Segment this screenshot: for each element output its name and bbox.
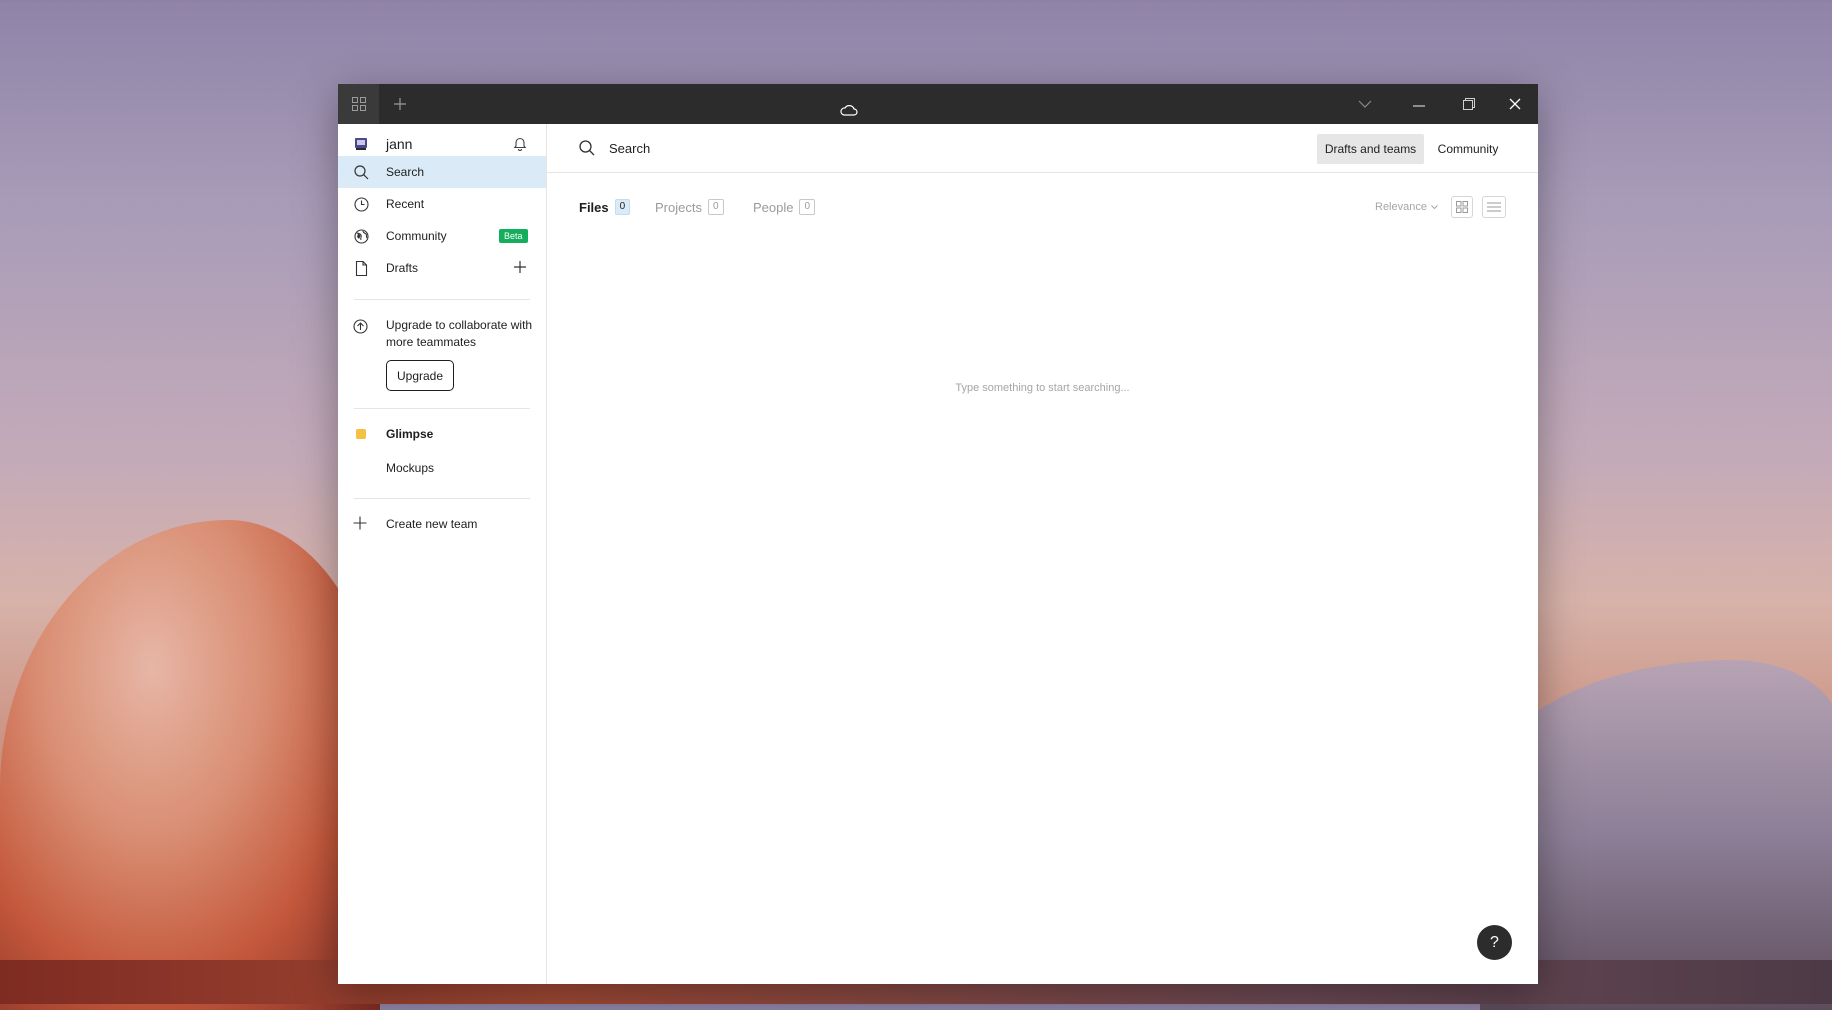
scope-drafts-and-teams-button[interactable]: Drafts and teams: [1317, 134, 1424, 164]
tabs-dropdown-button[interactable]: [1338, 84, 1392, 124]
sidebar-item-label: Drafts: [386, 261, 419, 275]
sidebar-item-community[interactable]: Community Beta: [338, 220, 546, 252]
tab-count: 0: [707, 199, 724, 215]
globe-icon: [353, 228, 369, 244]
search-bar: Drafts and teams Community: [547, 124, 1538, 173]
team-name[interactable]: Glimpse: [386, 427, 433, 441]
sidebar: jann Search Recent Community Beta Drafts…: [338, 124, 547, 984]
title-bar: [338, 84, 1538, 124]
create-new-team-link[interactable]: Create new team: [386, 517, 477, 531]
sidebar-item-search[interactable]: Search: [338, 156, 546, 188]
sidebar-item-label: Search: [386, 165, 425, 179]
close-icon: [1509, 98, 1521, 110]
upgrade-message: Upgrade to collaborate with more teammat…: [386, 318, 533, 349]
user-name: jann: [386, 136, 413, 152]
sort-dropdown[interactable]: Relevance: [1375, 201, 1438, 213]
app-window: jann Search Recent Community Beta Drafts…: [338, 84, 1538, 984]
wallpaper-hill-left: [0, 520, 380, 1010]
empty-state-message: Type something to start searching...: [955, 382, 1130, 394]
plus-icon: [353, 516, 367, 535]
sidebar-item-recent[interactable]: Recent: [338, 188, 546, 220]
avatar: [353, 136, 369, 152]
team-color-swatch: [356, 429, 366, 439]
main-panel: Drafts and teams Community Files 0 Proje…: [547, 124, 1538, 984]
new-draft-plus-icon[interactable]: [513, 260, 529, 276]
new-tab-button[interactable]: [379, 84, 421, 124]
sidebar-item-project[interactable]: Mockups: [386, 461, 434, 475]
upgrade-button[interactable]: Upgrade: [386, 360, 454, 391]
sidebar-item-label: Community: [386, 229, 447, 243]
tab-count: 0: [799, 199, 816, 215]
search-icon: [353, 164, 369, 180]
scope-community-button[interactable]: Community: [1428, 134, 1508, 164]
sidebar-divider: [354, 408, 530, 409]
arrow-up-circle-icon: [353, 319, 368, 339]
minimize-icon: [1413, 105, 1425, 107]
beta-badge: Beta: [499, 229, 528, 243]
grid-view-button[interactable]: [1451, 196, 1473, 218]
chevron-down-icon: [1358, 100, 1372, 108]
tab-label: People: [753, 199, 794, 215]
minimize-button[interactable]: [1392, 84, 1446, 124]
help-button[interactable]: ?: [1477, 925, 1512, 960]
bell-icon[interactable]: [513, 136, 527, 154]
tab-files[interactable]: Files 0: [579, 197, 631, 217]
restore-button[interactable]: [1446, 84, 1492, 124]
sort-label: Relevance: [1375, 201, 1427, 213]
plus-icon: [394, 98, 406, 110]
grid-icon: [1456, 201, 1468, 213]
tab-projects[interactable]: Projects 0: [655, 197, 724, 217]
restore-icon: [1463, 98, 1475, 110]
list-icon: [1487, 202, 1501, 212]
file-icon: [353, 260, 369, 276]
close-button[interactable]: [1492, 84, 1538, 124]
tab-label: Files: [579, 199, 609, 215]
apps-grid-button[interactable]: [338, 84, 379, 124]
tab-label: Projects: [655, 199, 702, 215]
sidebar-divider: [354, 299, 530, 300]
sidebar-item-label: Recent: [386, 197, 425, 211]
sidebar-item-drafts[interactable]: Drafts: [338, 252, 546, 284]
grid-icon: [351, 97, 366, 111]
tab-people[interactable]: People 0: [753, 197, 816, 217]
chevron-down-icon: [1431, 204, 1438, 209]
tab-count: 0: [614, 199, 631, 215]
search-input[interactable]: [609, 134, 1109, 162]
sidebar-divider: [354, 498, 530, 499]
list-view-button[interactable]: [1482, 196, 1506, 218]
search-icon: [579, 140, 595, 161]
clock-icon: [353, 196, 369, 212]
